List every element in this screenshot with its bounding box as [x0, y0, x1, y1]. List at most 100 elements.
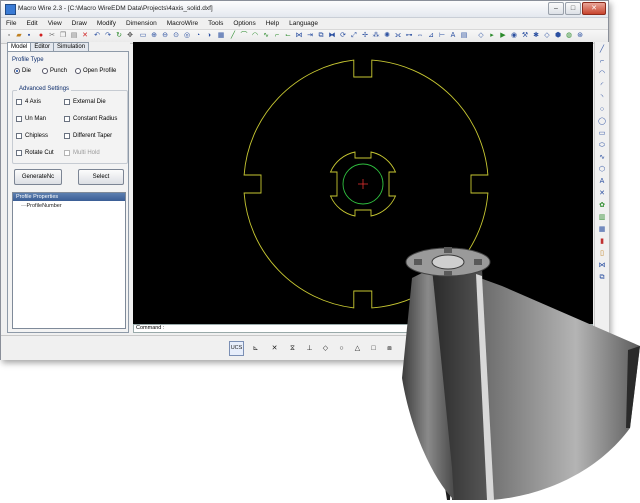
- polyline-tool-icon[interactable]: ⌐: [598, 58, 606, 66]
- menu-language[interactable]: Language: [284, 18, 323, 29]
- spline-icon[interactable]: ∿: [262, 32, 270, 40]
- check-un-man[interactable]: Un Man: [16, 116, 46, 122]
- ellipse-tool-icon[interactable]: ⬭: [598, 142, 606, 150]
- snap-tangent-icon[interactable]: △: [350, 341, 365, 356]
- check-4-axis[interactable]: 4 Axis: [16, 99, 41, 105]
- gear-tool-icon[interactable]: ✿: [598, 202, 606, 210]
- stretch-icon[interactable]: ⇔: [416, 32, 424, 40]
- open-folder-icon[interactable]: ▰: [15, 32, 23, 40]
- array-icon[interactable]: ⁂: [372, 32, 380, 40]
- layer-icon[interactable]: ▤: [460, 32, 468, 40]
- line-icon[interactable]: ╱: [229, 32, 237, 40]
- snap-center-icon[interactable]: ○: [334, 341, 349, 356]
- snap-endpoint-icon[interactable]: □: [366, 341, 381, 356]
- check-icon[interactable]: ◍: [565, 32, 573, 40]
- new-file-icon[interactable]: ▫: [5, 32, 13, 40]
- check-constant-radius[interactable]: Constant Radius: [64, 116, 117, 122]
- text-icon[interactable]: A: [449, 32, 457, 40]
- radio-die-indicator[interactable]: [14, 68, 20, 74]
- polyline-icon[interactable]: ⌒: [240, 32, 248, 40]
- move-icon[interactable]: ✢: [361, 32, 369, 40]
- paste-icon[interactable]: ▤: [70, 32, 78, 40]
- hatch-tool-icon[interactable]: ▥: [598, 214, 606, 222]
- globe-icon[interactable]: ⊛: [576, 32, 584, 40]
- arc-tool-icon[interactable]: ◠: [598, 70, 606, 78]
- check-external-die[interactable]: External Die: [64, 99, 106, 105]
- radio-punch[interactable]: Punch: [42, 68, 67, 74]
- offset-icon[interactable]: ⧉: [317, 32, 325, 40]
- cut-icon[interactable]: ✂: [48, 32, 56, 40]
- wire-path-icon[interactable]: ◇: [477, 32, 485, 40]
- save-icon[interactable]: ▪: [25, 32, 33, 40]
- select-button[interactable]: Select: [78, 169, 124, 185]
- check-external-die-box[interactable]: [64, 99, 70, 105]
- menu-dimension[interactable]: Dimension: [121, 18, 162, 29]
- pan-icon[interactable]: ✥: [126, 32, 134, 40]
- radio-punch-indicator[interactable]: [42, 68, 48, 74]
- line-tool-icon[interactable]: ╱: [598, 46, 606, 54]
- snap-intersection-icon[interactable]: ✕: [267, 341, 282, 356]
- simulation-icon[interactable]: ◉: [510, 32, 518, 40]
- zoom-window-icon[interactable]: ▭: [139, 32, 147, 40]
- menu-draw[interactable]: Draw: [67, 18, 92, 29]
- break-icon[interactable]: ⊶: [405, 32, 413, 40]
- circle-tool-icon[interactable]: ○: [598, 106, 606, 114]
- nc-icon[interactable]: ⬢: [554, 32, 562, 40]
- menu-edit[interactable]: Edit: [21, 18, 42, 29]
- menu-macrowire[interactable]: MacroWire: [162, 18, 203, 29]
- zoom-previous-icon[interactable]: ◔: [194, 32, 202, 40]
- zoom-realtime-icon[interactable]: ◑: [205, 32, 213, 40]
- rotate-icon[interactable]: ⟳: [339, 32, 347, 40]
- zoom-all-icon[interactable]: ◎: [183, 32, 191, 40]
- lead-in-icon[interactable]: ▸: [488, 32, 496, 40]
- zoom-in-icon[interactable]: ⊕: [150, 32, 158, 40]
- fillet-icon[interactable]: ⌐: [273, 32, 281, 40]
- menu-modify[interactable]: Modify: [92, 18, 121, 29]
- view-icon[interactable]: ▦: [217, 32, 225, 40]
- delete-icon[interactable]: ✕: [81, 32, 89, 40]
- snap-nearest-icon[interactable]: ⧖: [285, 341, 300, 356]
- generate-nc-button[interactable]: GenerateNc: [14, 169, 62, 185]
- undo-icon[interactable]: ↶: [93, 32, 101, 40]
- explode-icon[interactable]: ✺: [383, 32, 391, 40]
- menu-options[interactable]: Options: [228, 18, 260, 29]
- check-different-taper[interactable]: Different Taper: [64, 133, 112, 139]
- check-rotate-cut[interactable]: Rotate Cut: [16, 150, 54, 156]
- extend-icon[interactable]: ⇥: [306, 32, 314, 40]
- snap-perpendicular-icon[interactable]: ⊥: [302, 341, 317, 356]
- zoom-extents-icon[interactable]: ⊙: [172, 32, 180, 40]
- circle-2pt-tool-icon[interactable]: ◯: [598, 118, 606, 126]
- radio-open-profile-indicator[interactable]: [75, 68, 81, 74]
- menu-help[interactable]: Help: [261, 18, 284, 29]
- play-icon[interactable]: ▶: [499, 32, 507, 40]
- close-button[interactable]: ✕: [582, 2, 606, 15]
- refresh-icon[interactable]: ↻: [115, 32, 123, 40]
- profile-number-item[interactable]: —ProfileNumber: [21, 203, 62, 209]
- snap-quadrant-icon[interactable]: ◇: [318, 341, 333, 356]
- check-constant-radius-box[interactable]: [64, 116, 70, 122]
- zoom-out-icon[interactable]: ⊖: [161, 32, 169, 40]
- check-un-man-box[interactable]: [16, 116, 22, 122]
- arc-3pt-tool-icon[interactable]: ◜: [598, 82, 606, 90]
- chamfer-icon[interactable]: ⌙: [284, 32, 292, 40]
- trim-icon[interactable]: ⋈: [295, 32, 303, 40]
- menu-file[interactable]: File: [1, 18, 21, 29]
- check-chipless-box[interactable]: [16, 133, 22, 139]
- snap-ortho-icon[interactable]: ⊾: [248, 341, 263, 356]
- tool-icon[interactable]: ⚒: [521, 32, 529, 40]
- spline-tool-icon[interactable]: ∿: [598, 154, 606, 162]
- scale-icon[interactable]: ⤢: [350, 32, 358, 40]
- check-4-axis-box[interactable]: [16, 99, 22, 105]
- radio-die[interactable]: Die: [14, 68, 31, 74]
- arc-icon[interactable]: ◠: [251, 32, 259, 40]
- menu-view[interactable]: View: [43, 18, 67, 29]
- maximize-button[interactable]: □: [565, 2, 581, 15]
- mirror-icon[interactable]: ⧓: [328, 32, 336, 40]
- radio-open-profile[interactable]: Open Profile: [75, 68, 116, 74]
- copy-icon[interactable]: ❐: [59, 32, 67, 40]
- print-icon[interactable]: ●: [37, 32, 45, 40]
- check-rotate-cut-box[interactable]: [16, 150, 22, 156]
- post-icon[interactable]: ◇: [543, 32, 551, 40]
- block-tool-icon[interactable]: ▦: [598, 226, 606, 234]
- polygon-tool-icon[interactable]: ⬡: [598, 166, 606, 174]
